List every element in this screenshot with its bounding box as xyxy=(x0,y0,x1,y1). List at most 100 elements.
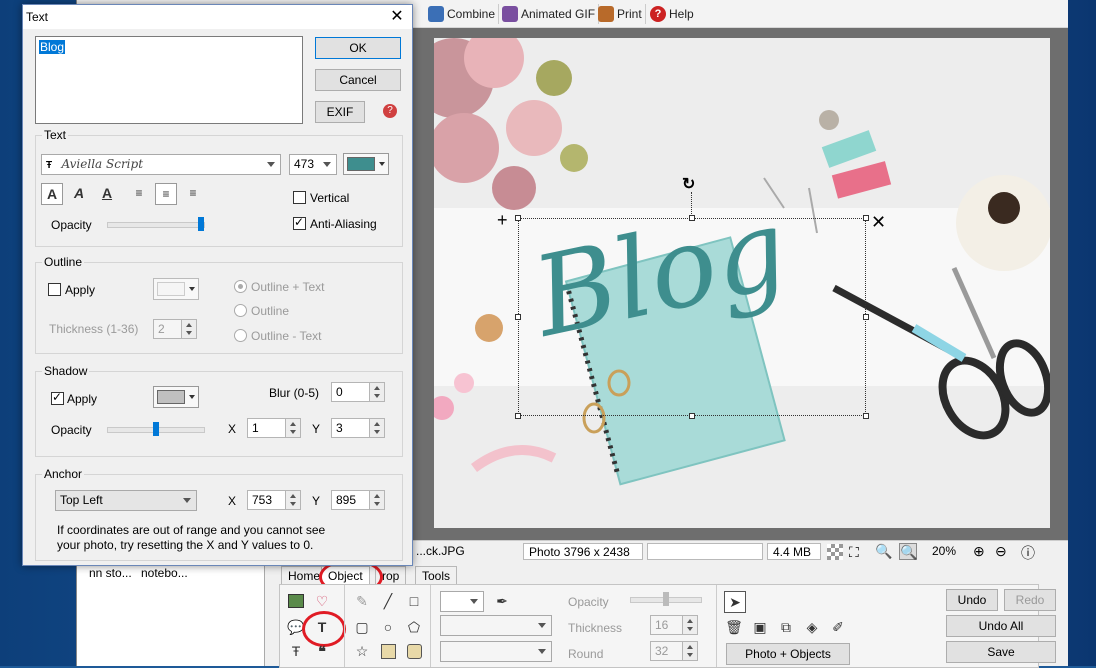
redo-button[interactable]: Redo xyxy=(1004,589,1056,611)
resize-handle-br[interactable] xyxy=(863,413,869,419)
circle-icon[interactable]: ○ xyxy=(378,617,398,637)
outline-color-button[interactable] xyxy=(153,278,199,300)
outline-plus-text-radio[interactable] xyxy=(234,280,247,293)
anchor-x-field[interactable]: 753 xyxy=(247,490,301,510)
undo-all-button[interactable]: Undo All xyxy=(946,615,1056,637)
zoom-actual-icon[interactable]: 🔍 xyxy=(875,543,892,560)
font-dropdown[interactable]: Ŧ Aviella Script xyxy=(41,154,281,175)
delete-object-icon[interactable]: ✕ xyxy=(871,212,886,233)
thickness-value: 16 xyxy=(655,618,669,632)
status-empty xyxy=(647,543,763,560)
rotate-handle-icon[interactable]: ↻ xyxy=(682,174,695,194)
text-color-button[interactable] xyxy=(343,153,389,175)
cancel-button[interactable]: Cancel xyxy=(315,69,401,91)
shadow-x-field[interactable]: 1 xyxy=(247,418,301,438)
zoom-in-icon[interactable]: ⊕ xyxy=(973,543,985,560)
bring-front-icon[interactable]: ▣ xyxy=(750,617,770,637)
align-center-icon[interactable]: ≡ xyxy=(155,183,177,205)
help-icon[interactable]: ? xyxy=(383,104,397,118)
select-arrow-icon[interactable]: ➤ xyxy=(724,591,746,613)
resize-handle-tm[interactable] xyxy=(689,215,695,221)
animated-gif-label: Animated GIF xyxy=(521,7,596,21)
shadow-apply-checkbox[interactable] xyxy=(51,390,64,405)
close-icon[interactable]: ✕ xyxy=(388,7,406,27)
rectangle-icon[interactable]: □ xyxy=(404,591,424,611)
resize-handle-bm[interactable] xyxy=(689,413,695,419)
ok-button[interactable]: OK xyxy=(315,37,401,59)
duplicate-icon[interactable]: ⧉ xyxy=(776,617,796,637)
freehand-icon[interactable]: ✎ xyxy=(352,591,372,611)
outline-thickness-field[interactable]: 2 xyxy=(153,319,197,339)
anchor-group-label: Anchor xyxy=(42,467,85,481)
resize-handle-mr[interactable] xyxy=(863,314,869,320)
resize-handle-tl[interactable] xyxy=(515,215,521,221)
transparency-icon[interactable] xyxy=(827,544,843,560)
fit-screen-icon[interactable]: ⛶ xyxy=(849,544,859,561)
photo-objects-button[interactable]: Photo + Objects xyxy=(726,643,850,665)
arrow-style-dropdown[interactable] xyxy=(440,641,552,662)
rename-icon[interactable]: ✐ xyxy=(828,617,848,637)
opacity-slider[interactable] xyxy=(630,592,702,606)
fill-rect-icon[interactable] xyxy=(378,641,398,661)
combine-label: Combine xyxy=(447,7,496,21)
move-handle-icon[interactable]: + xyxy=(497,210,508,231)
print-button[interactable]: Print xyxy=(595,4,646,24)
exif-button[interactable]: EXIF xyxy=(315,101,365,123)
text-style-icon[interactable]: Ŧ xyxy=(286,641,306,661)
save-button[interactable]: Save xyxy=(946,641,1056,663)
italic-icon[interactable]: A xyxy=(69,183,89,203)
font-size-dropdown[interactable]: 473 xyxy=(289,154,337,175)
animated-gif-button[interactable]: Animated GIF xyxy=(499,4,600,24)
anti-aliasing-checkbox[interactable] xyxy=(293,215,306,230)
group-icon[interactable]: ◈ xyxy=(802,617,822,637)
shadow-x-label: X xyxy=(228,422,237,436)
align-left-icon[interactable]: ≡ xyxy=(129,183,149,203)
resize-handle-tr[interactable] xyxy=(863,215,869,221)
thickness-field[interactable]: 16 xyxy=(650,615,698,635)
anchor-y-field[interactable]: 895 xyxy=(331,490,385,510)
line-style-dropdown[interactable] xyxy=(440,615,552,636)
tab-tools[interactable]: Tools xyxy=(415,566,458,585)
rounded-rect-icon[interactable]: ▢ xyxy=(352,617,372,637)
fill-rounded-icon[interactable] xyxy=(404,641,424,661)
vertical-checkbox[interactable] xyxy=(293,191,306,204)
animated-gif-icon xyxy=(502,6,518,22)
undo-button[interactable]: Undo xyxy=(946,589,998,611)
image-object-icon[interactable] xyxy=(286,591,306,611)
outline-only-radio[interactable] xyxy=(234,304,247,317)
photo-canvas[interactable]: Blog ↻ + ✕ xyxy=(434,38,1050,528)
trash-icon[interactable]: 🗑 xyxy=(724,617,744,637)
color-dropdown[interactable] xyxy=(440,591,484,612)
heart-frame-icon[interactable]: ♡ xyxy=(312,591,332,611)
resize-handle-bl[interactable] xyxy=(515,413,521,419)
anchor-position-dropdown[interactable]: Top Left xyxy=(55,490,197,511)
shadow-color-button[interactable] xyxy=(153,386,199,408)
pentagon-icon[interactable]: ⬠ xyxy=(404,617,424,637)
blur-field[interactable]: 0 xyxy=(331,382,385,402)
text-input-value: Blog xyxy=(39,40,66,54)
line-icon[interactable]: ╱ xyxy=(378,591,398,611)
underline-icon[interactable]: A xyxy=(97,183,117,203)
zoom-out-icon[interactable]: ⊖ xyxy=(995,543,1007,560)
round-field[interactable]: 32 xyxy=(650,641,698,661)
list-item[interactable]: nn sto... xyxy=(89,566,132,580)
bold-icon[interactable]: A xyxy=(41,183,63,205)
list-item[interactable]: notebo... xyxy=(141,566,188,580)
align-right-icon[interactable]: ≡ xyxy=(183,183,203,203)
info-icon[interactable]: ⓘ xyxy=(1021,543,1035,563)
text-input-area[interactable]: Blog xyxy=(35,36,303,124)
star-icon[interactable]: ☆ xyxy=(352,641,372,661)
text-selection-box[interactable] xyxy=(518,218,866,416)
eyedropper-icon[interactable]: ✒ xyxy=(492,591,512,611)
text-opacity-slider[interactable] xyxy=(107,217,205,231)
shadow-y-field[interactable]: 3 xyxy=(331,418,385,438)
combine-button[interactable]: Combine xyxy=(425,4,500,24)
zoom-fit-icon[interactable]: 🔍 xyxy=(899,543,917,560)
outline-apply-checkbox[interactable] xyxy=(48,283,61,296)
outline-minus-text-radio[interactable] xyxy=(234,329,247,342)
text-opacity-label: Opacity xyxy=(51,218,92,232)
help-button[interactable]: ? Help xyxy=(647,4,697,24)
shadow-opacity-slider[interactable] xyxy=(107,422,205,436)
quote-icon[interactable]: ❝ xyxy=(312,641,332,661)
resize-handle-ml[interactable] xyxy=(515,314,521,320)
